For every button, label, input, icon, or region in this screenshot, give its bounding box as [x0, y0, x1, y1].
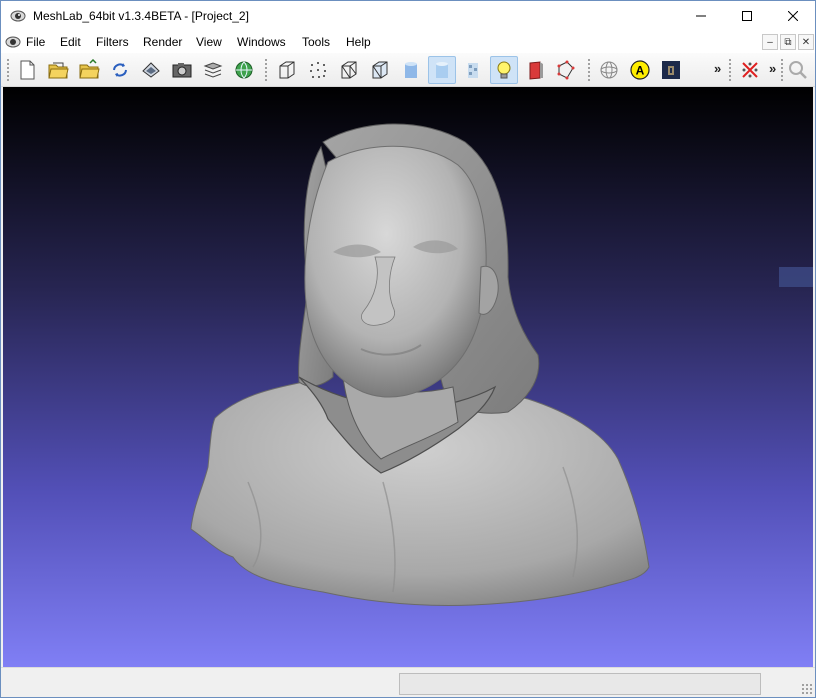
- layers-icon: [203, 62, 223, 78]
- smooth-icon: [436, 62, 448, 78]
- annotate-icon: A: [630, 60, 650, 80]
- open-project-button[interactable]: [44, 56, 72, 84]
- double-side-button[interactable]: [521, 56, 549, 84]
- scanned-bust-mesh[interactable]: [3, 87, 813, 667]
- menu-file[interactable]: File: [26, 35, 45, 49]
- menu-help[interactable]: Help: [346, 35, 371, 49]
- flat-icon: [405, 62, 417, 78]
- light-on-icon: [497, 61, 511, 79]
- smooth-button[interactable]: [428, 56, 456, 84]
- menu-bar: File Edit Filters Render View Windows To…: [1, 31, 815, 53]
- meshlab-eye-icon: [10, 10, 26, 22]
- new-project-icon: [20, 60, 35, 80]
- toolbar-grip-3[interactable]: [587, 58, 591, 82]
- toolbar-grip-2[interactable]: [264, 58, 268, 82]
- open-mesh-icon: [79, 59, 100, 79]
- maximize-button[interactable]: [724, 1, 770, 31]
- menu-filters[interactable]: Filters: [96, 35, 129, 49]
- hidden-lines-icon: [372, 61, 388, 79]
- bbox-button[interactable]: [273, 56, 301, 84]
- cut-button[interactable]: [736, 56, 764, 84]
- trackball-icon: [600, 61, 618, 79]
- wireframe-button[interactable]: [335, 56, 363, 84]
- title-bar: MeshLab_64bit v1.3.4BETA - [Project_2]: [1, 1, 815, 31]
- double-side-icon: [529, 61, 543, 80]
- layers-button[interactable]: [199, 56, 227, 84]
- dock-panel-tab[interactable]: [779, 267, 813, 287]
- annotate-button[interactable]: A: [626, 56, 654, 84]
- zoom-button[interactable]: [784, 56, 812, 84]
- light-on-button[interactable]: [490, 56, 518, 84]
- globe-button[interactable]: [230, 56, 258, 84]
- reload-icon: [113, 63, 127, 77]
- minimize-icon: [696, 15, 706, 17]
- mdi-minimize-icon: –: [767, 36, 773, 48]
- cull-icon: [557, 60, 575, 80]
- snapshot-button[interactable]: [168, 56, 196, 84]
- menu-windows[interactable]: Windows: [237, 35, 286, 49]
- main-toolbar: A » »: [1, 53, 815, 87]
- new-project-button[interactable]: [13, 56, 41, 84]
- svg-text:A: A: [636, 64, 645, 78]
- save-icon: [142, 62, 160, 78]
- toolbar-overflow-button[interactable]: »: [714, 61, 721, 76]
- face-mesh: [304, 145, 487, 398]
- texture-icon: [468, 63, 478, 78]
- meshlab-window: MeshLab_64bit v1.3.4BETA - [Project_2] F…: [0, 0, 816, 698]
- open-mesh-button[interactable]: [75, 56, 103, 84]
- reload-button[interactable]: [106, 56, 134, 84]
- 3d-viewport[interactable]: [3, 87, 813, 667]
- hidden-lines-button[interactable]: [366, 56, 394, 84]
- status-progress-field: [399, 673, 761, 695]
- document-eye-icon[interactable]: [5, 34, 21, 50]
- measure-icon: [662, 61, 680, 79]
- close-button[interactable]: [770, 1, 816, 31]
- toolbar-grip-4[interactable]: [728, 58, 732, 82]
- cull-button[interactable]: [552, 56, 580, 84]
- status-bar: [1, 667, 815, 697]
- open-project-icon: [48, 62, 69, 79]
- mdi-minimize-button[interactable]: –: [762, 34, 778, 50]
- menu-view[interactable]: View: [196, 35, 222, 49]
- menu-render[interactable]: Render: [143, 35, 182, 49]
- trackball-button[interactable]: [595, 56, 623, 84]
- menu-edit[interactable]: Edit: [60, 35, 81, 49]
- mdi-restore-icon: ⧉: [784, 36, 792, 48]
- size-grip-icon[interactable]: [801, 683, 813, 695]
- points-button[interactable]: [304, 56, 332, 84]
- mdi-restore-button[interactable]: ⧉: [780, 34, 796, 50]
- maximize-icon: [742, 11, 752, 21]
- toolbar-overflow-button-2[interactable]: »: [769, 61, 776, 76]
- texture-button[interactable]: [459, 56, 487, 84]
- measure-button[interactable]: [657, 56, 685, 84]
- zoom-icon: [789, 61, 807, 79]
- save-button[interactable]: [137, 56, 165, 84]
- minimize-button[interactable]: [678, 1, 724, 31]
- mdi-close-icon: ✕: [801, 36, 811, 48]
- toolbar-grip[interactable]: [6, 58, 10, 82]
- bbox-icon: [279, 61, 295, 79]
- points-icon: [310, 62, 326, 78]
- flat-button[interactable]: [397, 56, 425, 84]
- mdi-close-button[interactable]: ✕: [798, 34, 814, 50]
- cut-icon: [742, 62, 758, 78]
- snapshot-icon: [172, 63, 192, 78]
- window-title: MeshLab_64bit v1.3.4BETA - [Project_2]: [33, 9, 249, 23]
- globe-icon: [235, 61, 253, 79]
- wireframe-icon: [341, 61, 357, 79]
- menu-tools[interactable]: Tools: [302, 35, 330, 49]
- close-icon: [788, 11, 798, 21]
